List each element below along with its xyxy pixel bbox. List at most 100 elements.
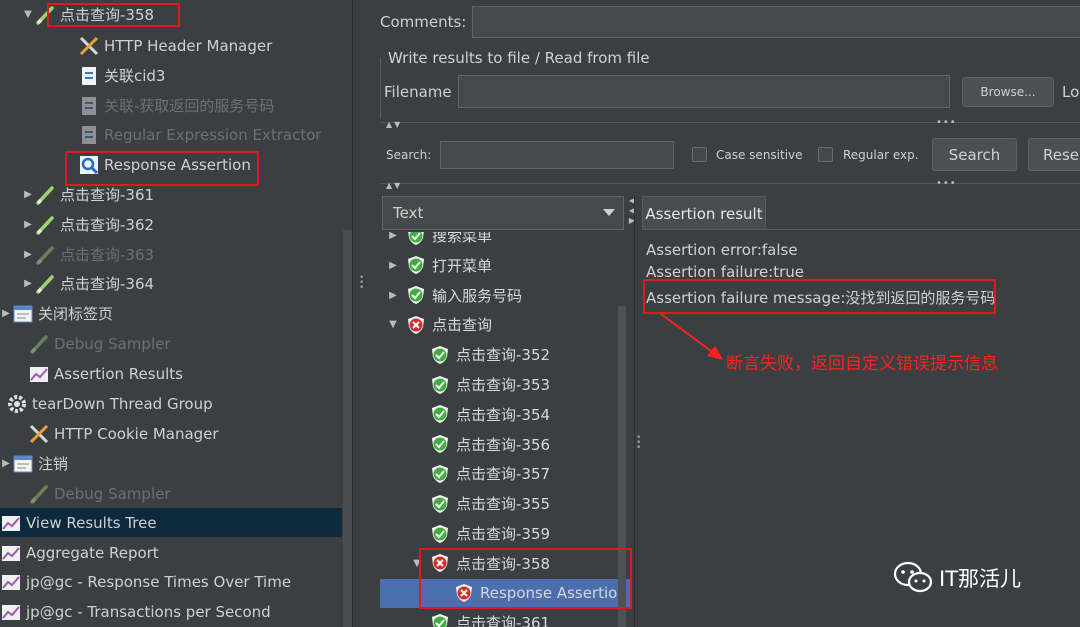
success-shield-icon [430, 524, 450, 544]
test-plan-node[interactable]: 关联cid3 [0, 61, 342, 90]
main-splitter[interactable]: • • • [352, 0, 366, 627]
sample-result-label: 搜索菜单 [432, 232, 493, 245]
sample-result-row[interactable]: 点击查询-357 [380, 459, 632, 488]
collapse-arrow-icon[interactable]: ▶ [0, 308, 12, 319]
sample-result-row[interactable]: 点击查询-355 [380, 489, 632, 518]
test-plan-node[interactable]: Debug Sampler [0, 479, 342, 508]
gear-icon [6, 393, 28, 415]
success-shield-icon [430, 434, 450, 454]
sampler-pencil-icon [28, 333, 50, 355]
comments-label: Comments: [380, 13, 467, 31]
test-plan-node-label: 关联cid3 [104, 67, 166, 85]
success-shield-icon [430, 613, 450, 627]
sample-result-label: 点击查询 [432, 316, 493, 335]
collapse-divider-2[interactable]: ▲▼ ••• [380, 178, 1080, 191]
tab-assertion-result[interactable]: Assertion result [642, 196, 766, 230]
sample-result-row[interactable]: 点击查询-361 [380, 608, 632, 627]
success-shield-icon [430, 464, 450, 484]
collapse-arrow-icon[interactable]: ▶ [386, 232, 400, 241]
browse-button[interactable]: Browse... [962, 77, 1054, 107]
collapse-arrow-icon[interactable]: ▶ [386, 290, 400, 301]
success-shield-icon [406, 285, 426, 305]
test-plan-node[interactable]: tearDown Thread Group [0, 389, 342, 418]
sample-result-row[interactable]: 点击查询-359 [380, 519, 632, 548]
test-plan-node[interactable]: ▶ 点击查询-364 [0, 269, 342, 298]
result-splitter[interactable]: • • • [634, 196, 642, 627]
extractor-icon [78, 65, 100, 87]
test-plan-node[interactable]: HTTP Header Manager [0, 31, 342, 60]
write-results-label: Write results to file / Read from file [388, 49, 650, 67]
test-plan-node[interactable]: Assertion Results [0, 359, 342, 388]
collapse-arrow-icon[interactable]: ▶ [0, 458, 12, 469]
test-plan-node-label: HTTP Header Manager [104, 36, 273, 55]
highlight-box-result [419, 548, 632, 609]
wrench-scissors-icon [78, 35, 100, 57]
wechat-logo-icon [893, 561, 933, 593]
test-plan-node-label: 点击查询-363 [60, 246, 155, 264]
collapse-arrow-icon[interactable]: ▶ [22, 189, 34, 200]
test-plan-node-label: tearDown Thread Group [32, 394, 213, 413]
sample-result-row[interactable]: ▶ 打开菜单 [380, 251, 632, 280]
search-input[interactable] [440, 141, 674, 169]
collapse-arrow-icon[interactable]: ▶ [386, 260, 400, 271]
test-plan-node[interactable]: HTTP Cookie Manager [0, 419, 342, 448]
sample-result-row[interactable]: ▼ 点击查询 [380, 310, 632, 339]
sample-result-label: 点击查询-361 [456, 614, 551, 627]
sample-result-row[interactable]: ▶ 输入服务号码 [380, 281, 632, 310]
collapse-arrow-icon[interactable]: ▶ [22, 249, 34, 260]
renderer-select-value: Text [393, 204, 424, 222]
highlight-box-message [643, 279, 996, 314]
test-plan-node[interactable]: ▶ 点击查询-362 [0, 210, 342, 239]
tab-underline [642, 229, 1080, 230]
test-plan-node[interactable]: View Results Tree [0, 508, 342, 537]
search-button[interactable]: Search [932, 138, 1017, 171]
sample-result-row[interactable]: ▶ 搜索菜单 [380, 232, 632, 250]
sampler-pencil-icon [28, 483, 50, 505]
test-plan-node[interactable]: Aggregate Report [0, 538, 342, 567]
annotation-arrow-icon [660, 313, 723, 360]
test-plan-node[interactable]: Regular Expression Extractor [0, 120, 342, 149]
tree-scrollbar[interactable] [343, 230, 352, 627]
regular-exp-checkbox[interactable] [818, 147, 833, 162]
sample-result-label: 点击查询-359 [456, 525, 551, 543]
collapse-divider[interactable]: ▲▼ ••• [380, 117, 1080, 130]
log-label: Lo [1062, 83, 1080, 101]
sample-result-label: 点击查询-357 [456, 465, 551, 484]
sample-result-label: 打开菜单 [432, 256, 493, 275]
expand-arrow-icon[interactable]: ▼ [22, 9, 34, 20]
sample-result-row[interactable]: 点击查询-354 [380, 400, 632, 429]
success-shield-icon [430, 404, 450, 424]
collapse-arrow-icon[interactable]: ▶ [22, 219, 34, 230]
renderer-select[interactable]: Text [382, 196, 624, 230]
listener-graph-icon [0, 512, 22, 534]
sample-result-row[interactable]: 点击查询-356 [380, 430, 632, 459]
sampler-pencil-icon [34, 214, 56, 236]
test-plan-node[interactable]: ▶ 注销 [0, 449, 342, 478]
test-plan-node-label: HTTP Cookie Manager [54, 424, 219, 443]
comments-input[interactable] [472, 6, 1080, 38]
transaction-controller-icon [12, 303, 34, 325]
test-plan-node[interactable]: Debug Sampler [0, 329, 342, 358]
extractor-icon [78, 95, 100, 117]
reset-button[interactable]: Rese [1028, 138, 1080, 171]
expand-arrow-icon[interactable]: ▼ [386, 319, 400, 330]
case-sensitive-checkbox[interactable] [692, 147, 707, 162]
filename-input[interactable] [458, 75, 950, 108]
listener-graph-icon [0, 601, 22, 623]
test-plan-tree: ▼ 点击查询-358 HTTP Header Manager 关联cid3 关联-获取返… [0, 0, 352, 627]
chevron-down-icon [603, 209, 615, 216]
sample-result-row[interactable]: 点击查询-352 [380, 340, 632, 369]
wrench-scissors-icon [28, 423, 50, 445]
test-plan-node[interactable]: ▶ 关闭标签页 [0, 299, 342, 328]
test-plan-node[interactable]: jp@gc - Response Times Over Time [0, 567, 342, 596]
collapse-arrow-icon[interactable]: ▶ [22, 278, 34, 289]
test-plan-node[interactable]: 关联-获取返回的服务号码 [0, 91, 342, 120]
test-plan-node[interactable]: jp@gc - Transactions per Second [0, 597, 342, 626]
sample-result-label: 点击查询-355 [456, 495, 551, 514]
sample-result-row[interactable]: 点击查询-353 [380, 370, 632, 399]
sampler-pencil-icon [34, 184, 56, 206]
test-plan-node-label: jp@gc - Transactions per Second [26, 602, 271, 621]
success-shield-icon [406, 255, 426, 275]
case-sensitive-label: Case sensitive [716, 148, 803, 162]
test-plan-node[interactable]: ▶ 点击查询-363 [0, 240, 342, 269]
